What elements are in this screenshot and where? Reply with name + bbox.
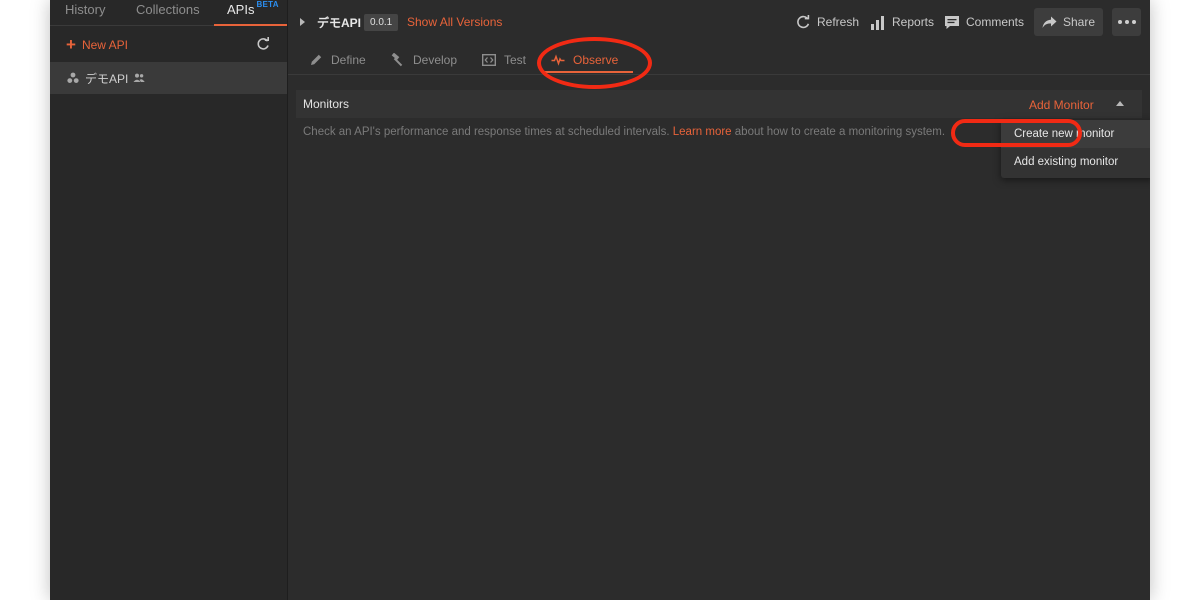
monitors-header: Monitors Add Monitor [296,90,1142,118]
add-monitor-button[interactable]: Add Monitor [1029,98,1094,112]
learn-more-link[interactable]: Learn more [673,126,732,138]
share-arrow-icon [1042,16,1057,28]
ellipsis-icon [1117,20,1122,24]
active-subtab-indicator [544,71,633,73]
api-subtabs: Define Develop Test Observe [288,44,1150,75]
api-icon [67,72,79,83]
ellipsis-dot [1124,20,1129,24]
active-tab-indicator [214,24,287,26]
pencil-icon [311,54,322,65]
sidebar-tabs: History Collections APIs BETA [50,0,287,26]
api-header: デモAPI 0.0.1 Show All Versions Refresh Re… [288,0,1150,44]
tab-define[interactable]: Define [309,44,366,75]
sidebar: History Collections APIs BETA + New API デ… [50,0,288,600]
tab-observe-label: Observe [573,52,619,67]
tab-develop[interactable]: Develop [391,44,457,75]
comments-label: Comments [966,15,1025,29]
api-list-item[interactable]: デモAPI [50,62,287,94]
plus-icon: + [66,35,76,54]
monitors-title: Monitors [303,97,350,111]
api-title: デモAPI [317,16,362,30]
tab-develop-label: Develop [413,52,458,67]
tab-test-label: Test [504,52,527,67]
tab-history[interactable]: History [65,0,105,26]
collapse-caret-icon[interactable] [1116,101,1124,106]
beta-badge: BETA [256,0,279,9]
share-button[interactable]: Share [1034,8,1103,36]
refresh-button[interactable]: Refresh [795,13,859,31]
pulse-icon [551,53,565,66]
tab-apis-label: APIs [227,2,255,17]
comment-icon [945,15,959,29]
ellipsis-dot [1131,20,1136,24]
reports-label: Reports [892,15,935,29]
description-text-end: about how to create a monitoring system. [734,126,946,138]
main-panel: デモAPI 0.0.1 Show All Versions Refresh Re… [288,0,1150,600]
show-all-versions-link[interactable]: Show All Versions [407,15,502,29]
comments-button[interactable]: Comments [944,13,1024,31]
refresh-label: Refresh [817,15,860,29]
bar-chart-icon [871,15,884,30]
team-icon [133,73,145,82]
add-monitor-dropdown: Create new monitor Add existing monitor [1001,120,1150,178]
code-window-icon [482,53,496,66]
share-label: Share [1062,15,1096,29]
more-options-button[interactable] [1112,8,1141,36]
expand-caret-icon[interactable] [300,18,305,26]
refresh-icon [797,15,810,29]
tab-collections[interactable]: Collections [136,0,200,26]
tab-apis[interactable]: APIs BETA [214,0,287,26]
description-text: Check an API's performance and response … [303,126,670,138]
create-new-monitor-option[interactable]: Create new monitor [1001,120,1150,148]
new-api-label: New API [81,38,128,52]
hammer-icon [391,52,403,66]
monitors-description: Check an API's performance and response … [303,126,945,138]
add-existing-monitor-option[interactable]: Add existing monitor [1001,148,1150,176]
version-badge[interactable]: 0.0.1 [364,14,399,31]
tab-test[interactable]: Test [482,44,526,75]
reports-button[interactable]: Reports [870,13,934,31]
app-window: History Collections APIs BETA + New API デ… [50,0,1150,600]
api-list-item-name: デモAPI [85,71,129,86]
refresh-icon[interactable] [255,36,271,52]
new-api-button[interactable]: + New API [66,36,128,54]
tab-define-label: Define [331,52,366,67]
